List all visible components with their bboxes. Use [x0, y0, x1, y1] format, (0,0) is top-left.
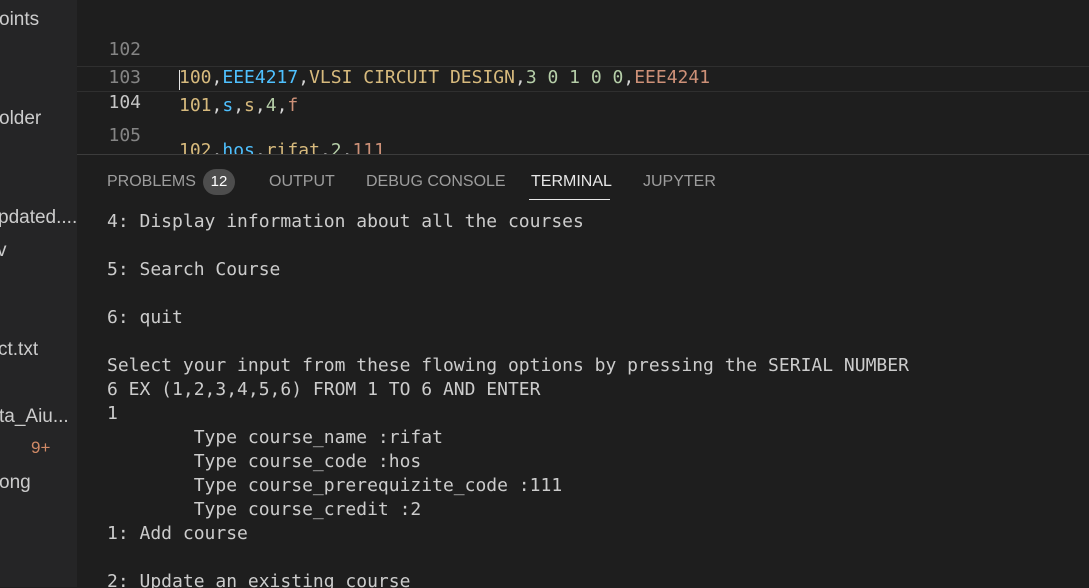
panel-tabs: PROBLEMS 12 OUTPUT DEBUG CONSOLE TERMINA…	[77, 155, 1089, 205]
terminal-line: 6 EX (1,2,3,4,5,6) FROM 1 TO 6 AND ENTER	[107, 379, 541, 400]
tab-problems[interactable]: PROBLEMS	[107, 171, 196, 193]
explorer-item-label: ong	[0, 472, 31, 493]
explorer-item[interactable]: older	[0, 107, 41, 131]
code-editor[interactable]: 102 100,EEE4217,VLSI CIRCUIT DESIGN,3 0 …	[77, 0, 1089, 161]
explorer-item[interactable]: v	[0, 239, 7, 263]
tab-terminal[interactable]: TERMINAL	[531, 171, 612, 193]
explorer-item-label: ct.txt	[0, 339, 39, 360]
line-number: 105	[108, 125, 141, 146]
terminal-output[interactable]: 4: Display information about all the cou…	[107, 210, 1077, 588]
terminal-line: Type course_credit :2	[107, 499, 422, 520]
terminal-line: 2: Update an existing course	[107, 571, 411, 588]
terminal-line: 5: Search Course	[107, 259, 281, 280]
terminal-line: Type course_code :hos	[107, 451, 422, 472]
problem-count-badge: 9+	[31, 438, 51, 457]
explorer-item-label: ta_Aiu...	[0, 406, 69, 427]
terminal-line: Type course_prerequizite_code :111	[107, 475, 563, 496]
explorer-item[interactable]: ong	[0, 471, 31, 495]
explorer-sidebar: oints older pdated.... v ct.txt ta_Aiu..…	[0, 0, 77, 587]
terminal-line: 1: Add course	[107, 523, 248, 544]
tab-debug-console[interactable]: DEBUG CONSOLE	[366, 171, 506, 193]
explorer-item-label: pdated....	[0, 207, 77, 228]
text-cursor	[179, 70, 180, 90]
terminal-line: 6: quit	[107, 307, 183, 328]
tab-jupyter[interactable]: JUPYTER	[643, 171, 716, 193]
active-tab-indicator	[529, 199, 610, 200]
explorer-item-label: older	[0, 108, 42, 129]
explorer-item[interactable]: ct.txt	[0, 338, 38, 362]
explorer-item[interactable]: pdated....	[0, 206, 77, 230]
tab-output[interactable]: OUTPUT	[269, 171, 335, 193]
terminal-line: Type course_name :rifat	[107, 427, 443, 448]
editor-line[interactable]: 103 101,s,s,4,f	[77, 36, 1089, 116]
terminal-line: Select your input from these flowing opt…	[107, 355, 909, 376]
problems-count-badge: 12	[203, 169, 235, 195]
explorer-item[interactable]: oints	[0, 8, 39, 32]
terminal-line: 1	[107, 403, 118, 424]
terminal-line: 4: Display information about all the cou…	[107, 211, 584, 232]
editor-line[interactable]: 105	[77, 94, 1089, 146]
editor-line-active[interactable]: 104 102,hos,rifat,2,111	[77, 66, 1089, 161]
explorer-item-label: oints	[0, 9, 40, 30]
explorer-item-label: v	[0, 240, 7, 261]
explorer-item[interactable]: ta_Aiu...	[0, 405, 69, 429]
editor-line[interactable]: 102 100,EEE4217,VLSI CIRCUIT DESIGN,3 0 …	[77, 8, 1089, 88]
bottom-panel: PROBLEMS 12 OUTPUT DEBUG CONSOLE TERMINA…	[77, 154, 1089, 588]
